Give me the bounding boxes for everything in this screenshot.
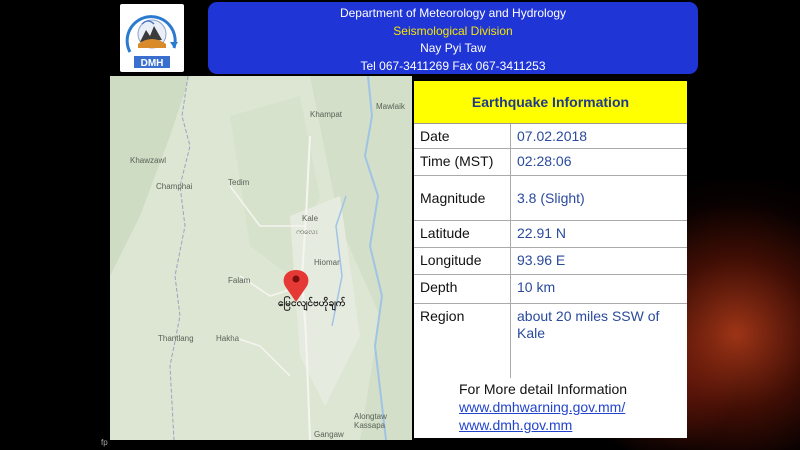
epicenter-map[interactable]: Khampat Mawlaik Khawzawl Champhai Tedim … (110, 76, 412, 440)
longitude-label: Longitude (414, 248, 511, 274)
map-label-falam: Falam (228, 276, 251, 285)
depth-value: 10 km (517, 279, 556, 295)
time-label: Time (MST) (414, 149, 511, 175)
dmh-logo: DMH (120, 4, 184, 72)
time-value: 02:28:06 (517, 153, 572, 169)
more-info-box: For More detail Information www.dmhwarni… (455, 378, 663, 438)
info-row-latitude: Latitude 22.91 N (414, 221, 687, 248)
city-name: Nay Pyi Taw (420, 41, 486, 55)
header-banner: Department of Meteorology and Hydrology … (208, 2, 698, 74)
map-label-hakha: Hakha (216, 334, 240, 343)
map-label-khampat: Khampat (310, 110, 343, 119)
map-label-alongtaw: Alongtaw Kassapa (354, 412, 387, 430)
map-label-khawzawl: Khawzawl (130, 156, 167, 165)
info-row-longitude: Longitude 93.96 E (414, 248, 687, 275)
corner-mark: fp (101, 438, 108, 447)
map-terrain (110, 76, 412, 440)
epicenter-label: မြေငလျင်ဗဟိုချက် (278, 298, 346, 309)
department-name: Department of Meteorology and Hydrology (339, 6, 567, 20)
dmh-logo-icon: DMH (125, 15, 178, 69)
info-row-time: Time (MST) 02:28:06 (414, 149, 687, 176)
map-label-mawlaik: Mawlaik (376, 102, 405, 111)
date-label: Date (414, 124, 511, 148)
map-label-tedim: Tedim (228, 178, 250, 187)
more-info-heading: For More detail Information (459, 381, 628, 397)
magnitude-label: Magnitude (414, 176, 511, 220)
date-value: 07.02.2018 (517, 128, 588, 144)
dmhwarning-link[interactable]: www.dmhwarning.gov.mm/ (459, 398, 659, 416)
latitude-value: 22.91 N (517, 225, 567, 241)
info-row-magnitude: Magnitude 3.8 (Slight) (414, 176, 687, 221)
info-title: Earthquake Information (414, 81, 687, 124)
info-row-depth: Depth 10 km (414, 275, 687, 304)
map-label-kale-myanmar: ကလေး (296, 227, 318, 236)
map-label-kale: Kale (302, 214, 319, 223)
map-label-champhai: Champhai (156, 182, 193, 191)
contact-line: Tel 067-3411269 Fax 067-3411253 (360, 58, 546, 73)
map-label-thantlang: Thantlang (158, 334, 194, 343)
magnitude-value: 3.8 (Slight) (517, 190, 585, 206)
map-label-hiomar: Hiomar (314, 258, 340, 267)
latitude-label: Latitude (414, 221, 511, 247)
map-label-gangaw: Gangaw (314, 430, 344, 439)
depth-label: Depth (414, 275, 511, 303)
division-name: Seismological Division (393, 23, 513, 38)
dmh-website-link[interactable]: www.dmh.gov.mm (459, 416, 659, 434)
info-row-date: Date 07.02.2018 (414, 124, 687, 149)
slide: DMH Department of Meteorology and Hydrol… (0, 0, 800, 450)
logo-text: DMH (141, 58, 164, 69)
longitude-value: 93.96 E (517, 252, 566, 268)
